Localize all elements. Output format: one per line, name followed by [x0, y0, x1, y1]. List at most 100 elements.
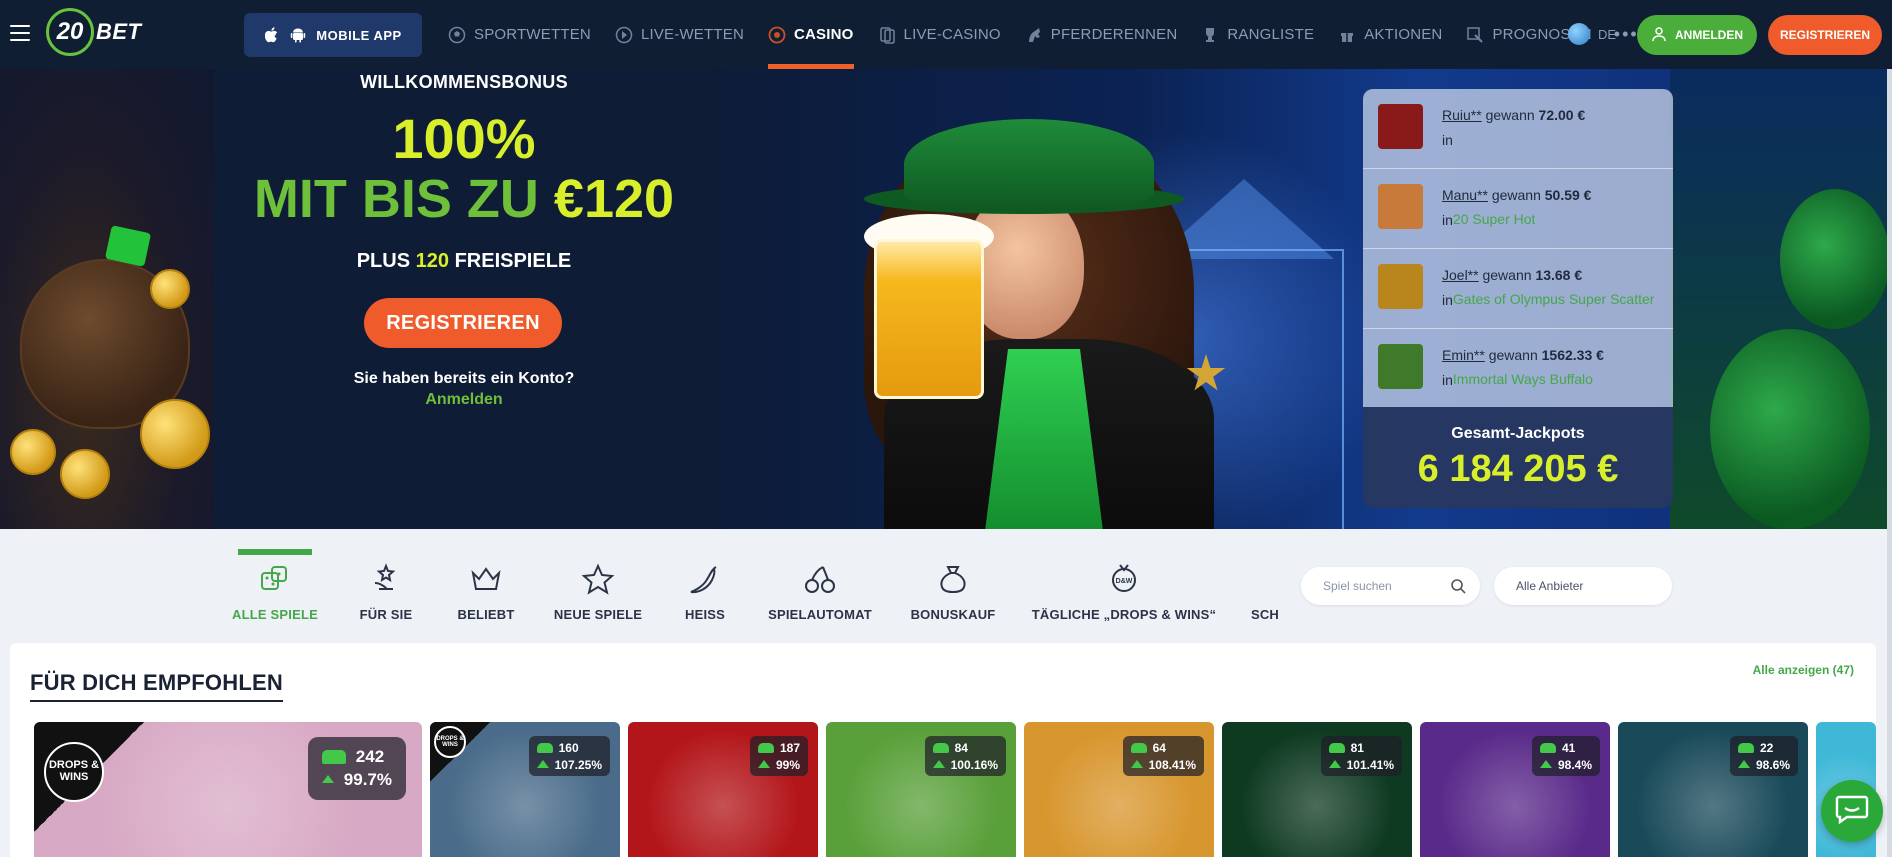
game-card[interactable]: DROPS & WINS 160 107.25%	[430, 722, 620, 857]
players-row: 22	[1737, 741, 1790, 755]
category-tab-7[interactable]: BONUSKAUF	[911, 529, 995, 643]
nav-item-label: RANGLISTE	[1227, 26, 1315, 43]
won-text: gewann	[1488, 347, 1538, 363]
register-button[interactable]: REGISTRIEREN	[1768, 15, 1882, 55]
total-jackpot-panel: Gesamt-Jackpots 6 184 205 €	[1363, 407, 1673, 508]
recommended-section: FÜR DICH EMPFOHLEN Alle anzeigen (47) DR…	[10, 643, 1876, 857]
treasure-pot-illustration	[0, 69, 214, 529]
game-stats: 41 98.4%	[1531, 736, 1600, 776]
game-thumbnail[interactable]	[1378, 344, 1423, 389]
nav-item-pferderennen[interactable]: PFERDERENNEN	[1013, 0, 1190, 69]
in-text: in	[1442, 132, 1453, 148]
show-all-label: Alle anzeigen	[1752, 663, 1830, 677]
page-scrollbar[interactable]	[1887, 69, 1892, 857]
game-category-bar: Alle Anbieter ALLE SPIELE FÜR SIE BELIEBT N…	[0, 529, 1892, 643]
game-thumbnail[interactable]	[1378, 264, 1423, 309]
language-selector[interactable]: DE	[1568, 23, 1616, 45]
live-chat-button[interactable]	[1821, 780, 1883, 842]
in-text: in	[1442, 212, 1453, 228]
nav-item-live-wetten[interactable]: LIVE-WETTEN	[603, 0, 756, 69]
winner-row[interactable]: Ruiu** gewann 72.00 € in 20 Super Hot	[1363, 89, 1673, 227]
forest-illustration	[1670, 69, 1887, 529]
players-row: 160	[536, 741, 602, 755]
in-text: in	[1442, 372, 1453, 388]
category-tab-8[interactable]: D&W TÄGLICHE „DROPS & WINS“	[1032, 529, 1216, 643]
category-tab-3[interactable]: BELIEBT	[456, 529, 516, 643]
drops-wins-badge: DROPS & WINS	[34, 722, 144, 832]
players-icon	[536, 743, 553, 753]
game-card[interactable]: 84 100.16%	[826, 722, 1016, 857]
user-icon	[1651, 26, 1667, 45]
character-hat	[904, 119, 1154, 209]
nav-item-sportwetten[interactable]: SPORTWETTEN	[436, 0, 603, 69]
category-tab-9[interactable]: SCH	[1250, 529, 1280, 643]
cherry-icon	[803, 563, 837, 597]
provider-select[interactable]: Alle Anbieter	[1494, 567, 1672, 605]
winner-username: Manu**	[1442, 187, 1488, 203]
player-count: 41	[1561, 741, 1576, 755]
logo-word: BET	[96, 19, 142, 44]
show-all-link[interactable]: Alle anzeigen (47)	[1753, 663, 1854, 677]
game-card[interactable]: 64 108.41%	[1024, 722, 1214, 857]
category-tab-6[interactable]: SPIELAUTOMAT	[768, 529, 872, 643]
game-stats: 81 101.41%	[1320, 736, 1402, 776]
jackpot-label: Gesamt-Jackpots	[1451, 425, 1585, 442]
bonus-amount: €120	[553, 169, 675, 229]
winner-line: Emin** gewann 1562.33 €	[1442, 347, 1604, 363]
game-card[interactable]: 22 98.6%	[1618, 722, 1808, 857]
svg-text:D&W: D&W	[1116, 578, 1133, 585]
winner-line: Manu** gewann 50.59 €	[1442, 187, 1591, 203]
rtp-value: 98.4%	[1557, 758, 1592, 772]
crown-icon	[469, 563, 503, 597]
nav-item-rangliste[interactable]: RANGLISTE	[1189, 0, 1326, 69]
nav-item-casino[interactable]: CASINO	[756, 0, 866, 69]
globe-icon	[1568, 23, 1590, 45]
game-card[interactable]: DROPS & WINS 242 99.7%	[34, 722, 422, 857]
rtp-value: 99.7%	[343, 770, 392, 789]
players-icon	[321, 750, 346, 764]
nav-item-aktionen[interactable]: AKTIONEN	[1326, 0, 1454, 69]
game-thumbnail[interactable]	[1378, 184, 1423, 229]
login-button[interactable]: ANMELDEN	[1637, 15, 1757, 55]
category-tab-2[interactable]: FÜR SIE	[358, 529, 414, 643]
rtp-icon	[536, 760, 549, 770]
apple-icon	[264, 27, 280, 43]
gold-coin	[10, 429, 56, 475]
mobile-app-button[interactable]: MOBILE APP	[244, 13, 422, 57]
soccer-ball-icon	[448, 26, 466, 44]
prognosis-icon	[1466, 26, 1484, 44]
player-count: 22	[1759, 741, 1774, 755]
game-card[interactable]: 187 99%	[628, 722, 818, 857]
category-tab-1[interactable]: ALLE SPIELE	[232, 529, 318, 643]
game-card[interactable]: 41 98.4%	[1420, 722, 1610, 857]
category-label: FÜR SIE	[359, 607, 413, 622]
game-thumbnail[interactable]	[1378, 104, 1423, 149]
rtp-icon	[1737, 760, 1750, 770]
game-search-input[interactable]	[1323, 567, 1443, 605]
chili-icon	[688, 563, 722, 597]
plus-text: PLUS	[356, 250, 411, 272]
category-tab-4[interactable]: NEUE SPIELE	[554, 529, 642, 643]
dice-icon	[258, 563, 292, 597]
nav-item-live-casino[interactable]: LIVE-CASINO	[866, 0, 1013, 69]
drops-wins-label: DROPS & WINS	[44, 742, 104, 802]
mobile-app-label: MOBILE APP	[316, 27, 402, 43]
player-count: 242	[355, 747, 385, 766]
winner-row[interactable]: Emin** gewann 1562.33 € in Aztec Magic Bo…	[1363, 329, 1673, 407]
category-label: TÄGLICHE „DROPS & WINS“	[1031, 607, 1217, 622]
menu-hamburger-icon[interactable]	[10, 25, 30, 41]
site-logo[interactable]: 20 BET	[46, 8, 142, 56]
winner-row[interactable]: Manu** gewann 50.59 € in Gates of Olympus…	[1363, 169, 1673, 307]
category-tab-5[interactable]: HEISS	[683, 529, 727, 643]
search-icon[interactable]	[1450, 578, 1466, 594]
beer-mug	[874, 239, 984, 399]
bonus-upto-text: MIT BIS ZU	[253, 169, 539, 229]
winner-row[interactable]: Joel** gewann 13.68 € in Immortal Ways Bu…	[1363, 249, 1673, 387]
gold-coin	[60, 449, 110, 499]
won-text: gewann	[1491, 187, 1541, 203]
hero-register-button[interactable]: REGISTRIEREN	[364, 298, 562, 348]
rtp-value: 108.41%	[1148, 758, 1196, 772]
game-card[interactable]: 81 101.41%	[1222, 722, 1412, 857]
player-count: 84	[954, 741, 968, 755]
hero-login-link[interactable]: Anmelden	[214, 391, 714, 409]
